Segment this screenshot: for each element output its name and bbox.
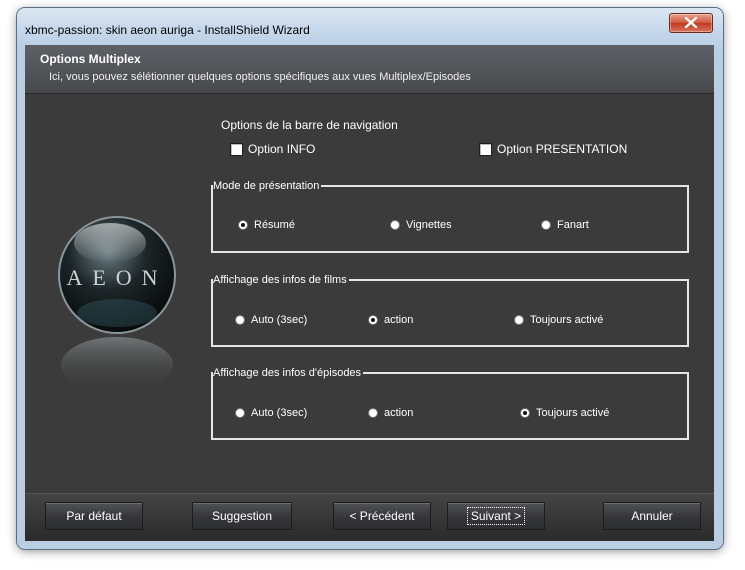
checkbox-box <box>479 142 492 156</box>
radio-label: Résumé <box>254 219 295 231</box>
radio-dot <box>368 408 378 418</box>
radio-label: Fanart <box>557 219 589 231</box>
cancel-button-label: Annuler <box>631 509 673 523</box>
radio-vignettes[interactable]: Vignettes <box>390 219 452 231</box>
radio-episode-auto[interactable]: Auto (3sec) <box>235 407 307 419</box>
radio-episode-always[interactable]: Toujours activé <box>520 407 609 419</box>
suggestion-button[interactable]: Suggestion <box>192 502 292 530</box>
group-episode-info: Affichage des infos d'épisodes Auto (3se… <box>211 366 689 440</box>
logo-text: AEON <box>66 265 167 290</box>
radio-episode-action[interactable]: action <box>368 407 413 419</box>
radio-film-auto[interactable]: Auto (3sec) <box>235 314 307 326</box>
group-legend: Affichage des infos de films <box>213 273 349 287</box>
radio-label: Toujours activé <box>530 314 604 326</box>
cancel-button[interactable]: Annuler <box>603 502 701 530</box>
checkbox-box <box>230 142 243 156</box>
radio-label: action <box>384 314 414 326</box>
navbar-options-label: Options de la barre de navigation <box>221 118 398 132</box>
radio-dot <box>514 315 524 325</box>
radio-film-always[interactable]: Toujours activé <box>514 314 603 326</box>
wizard-client-area: Options Multiplex Ici, vous pouvez sélét… <box>25 45 714 541</box>
previous-button-label: < Précédent <box>349 509 415 523</box>
group-presentation-mode: Mode de présentation Résumé Vignettes Fa… <box>211 179 689 253</box>
radio-dot <box>541 220 551 230</box>
radio-label: action <box>384 407 414 419</box>
radio-label: Toujours activé <box>536 407 610 419</box>
installer-window: xbmc-passion: skin aeon auriga - Install… <box>17 8 723 549</box>
wizard-header: Options Multiplex Ici, vous pouvez sélét… <box>25 45 714 94</box>
suggestion-button-label: Suggestion <box>211 509 273 523</box>
radio-fanart[interactable]: Fanart <box>541 219 589 231</box>
group-legend: Affichage des infos d'épisodes <box>213 366 364 380</box>
radio-dot <box>520 408 530 418</box>
option-info-label: Option INFO <box>248 142 316 156</box>
default-button-label: Par défaut <box>66 509 122 523</box>
radio-dot <box>235 408 245 418</box>
option-info-checkbox[interactable]: Option INFO <box>230 142 315 156</box>
group-film-info: Affichage des infos de films Auto (3sec)… <box>211 273 689 347</box>
radio-label: Auto (3sec) <box>251 407 308 419</box>
next-button[interactable]: Suivant > <box>447 502 545 530</box>
close-icon <box>684 17 698 28</box>
radio-resume[interactable]: Résumé <box>238 219 295 231</box>
group-legend: Mode de présentation <box>213 179 322 193</box>
aeon-logo-icon: AEON <box>58 216 176 393</box>
radio-film-action[interactable]: action <box>368 314 413 326</box>
close-button[interactable] <box>669 13 713 33</box>
radio-label: Auto (3sec) <box>251 314 308 326</box>
next-button-label: Suivant > <box>466 507 526 525</box>
wizard-footer: Par défaut Suggestion < Précédent Suivan… <box>25 493 714 541</box>
default-button[interactable]: Par défaut <box>45 502 143 530</box>
window-title: xbmc-passion: skin aeon auriga - Install… <box>25 23 310 37</box>
radio-dot <box>235 315 245 325</box>
radio-dot <box>238 220 248 230</box>
radio-label: Vignettes <box>406 219 452 231</box>
previous-button[interactable]: < Précédent <box>333 502 431 530</box>
radio-dot <box>368 315 378 325</box>
option-presentation-label: Option PRESENTATION <box>497 142 628 156</box>
page-subtitle: Ici, vous pouvez sélétionner quelques op… <box>49 71 471 83</box>
radio-dot <box>390 220 400 230</box>
option-presentation-checkbox[interactable]: Option PRESENTATION <box>479 142 627 156</box>
page-title: Options Multiplex <box>40 52 141 66</box>
